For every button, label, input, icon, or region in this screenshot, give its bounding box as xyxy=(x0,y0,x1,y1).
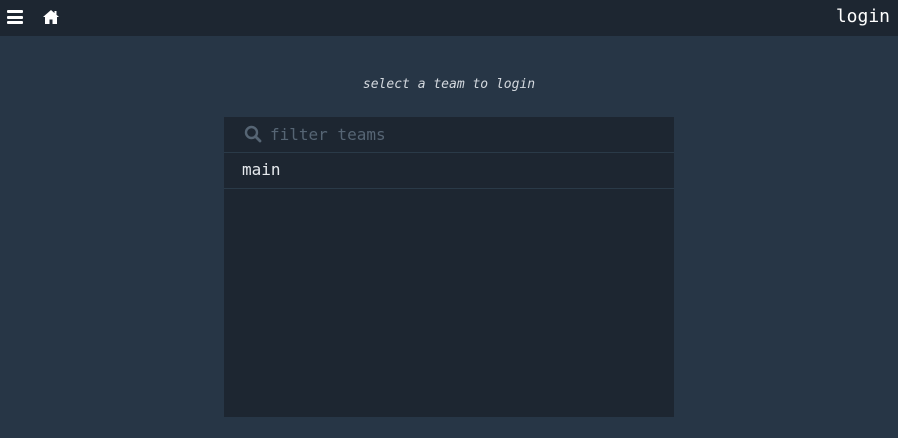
login-link[interactable]: login xyxy=(836,5,890,29)
home-icon[interactable] xyxy=(42,9,60,25)
team-list-item[interactable]: main xyxy=(224,153,674,189)
hamburger-menu-icon[interactable] xyxy=(7,10,23,24)
team-selector-panel: main xyxy=(224,117,674,417)
page-subtitle: select a team to login xyxy=(362,77,536,92)
search-row xyxy=(224,117,674,153)
top-bar: login xyxy=(0,0,898,36)
filter-teams-input[interactable] xyxy=(270,121,660,147)
team-item-label: main xyxy=(242,160,281,179)
search-icon xyxy=(244,125,262,143)
